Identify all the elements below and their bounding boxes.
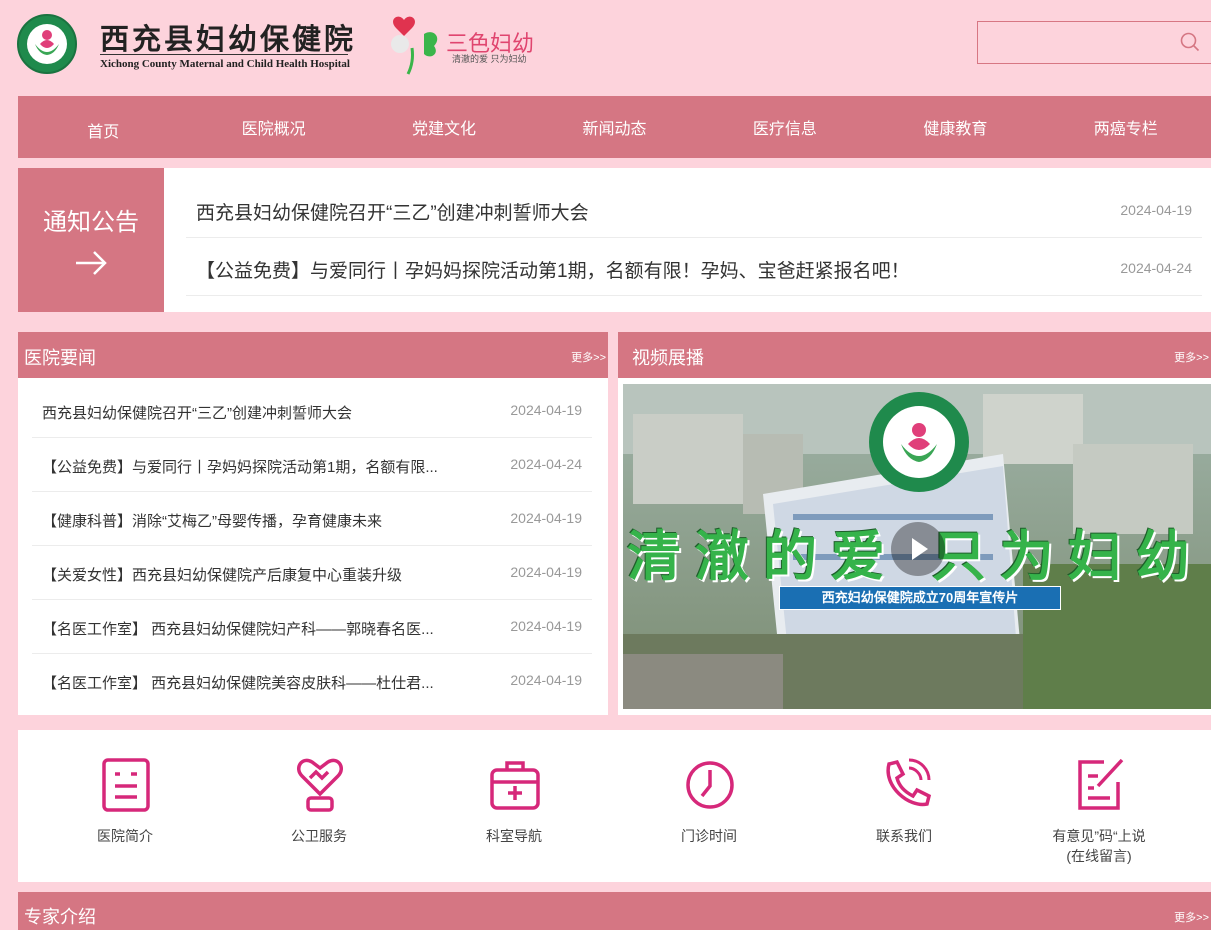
title-divider bbox=[100, 54, 348, 55]
quick-link-clinic-hours[interactable]: 门诊时间 bbox=[612, 730, 806, 882]
video-title: 视频展播 bbox=[632, 348, 704, 368]
quick-link-feedback[interactable]: 有意见”码“上说 (在线留言) bbox=[1002, 730, 1196, 882]
arrow-right-icon bbox=[76, 251, 107, 275]
header: 西充县妇幼保健院 Xichong County Maternal and Chi… bbox=[0, 0, 1211, 96]
notice-item-date: 2024-04-19 bbox=[1120, 202, 1192, 218]
news-item[interactable]: 【健康科普】消除“艾梅乙”母婴传播，孕育健康未来 2024-04-19 bbox=[32, 492, 592, 546]
quick-link-label: 科室导航 bbox=[486, 828, 542, 844]
notice-item-title: 【公益免费】与爱同行丨孕妈妈探院活动第1期，名额有限！孕妈、宝爸赶紧报名吧！ bbox=[196, 261, 910, 282]
news-header: 医院要闻 更多>> bbox=[18, 332, 608, 378]
play-button[interactable] bbox=[891, 522, 945, 576]
news-item-date: 2024-04-19 bbox=[510, 672, 582, 688]
document-icon bbox=[102, 758, 150, 812]
brand-slogan: 清澈的爱 只为妇幼 bbox=[452, 54, 527, 64]
news-item-date: 2024-04-19 bbox=[510, 564, 582, 580]
news-item[interactable]: 【公益免费】与爱同行丨孕妈妈探院活动第1期，名额有限... 2024-04-24 bbox=[32, 438, 592, 492]
clock-icon bbox=[686, 761, 734, 809]
video-banner: 西充妇幼保健院成立70周年宣传片 bbox=[779, 586, 1061, 610]
news-more-link[interactable]: 更多>> bbox=[571, 349, 606, 365]
phone-icon bbox=[886, 758, 931, 807]
video-player[interactable]: 清澈的爱 只为妇幼 西充妇幼保健院成立70周年宣传片 bbox=[623, 384, 1211, 709]
news-item-title: 【关爱女性】西充县妇幼保健院产后康复中心重装升级 bbox=[42, 567, 403, 584]
nav-item-medical-info[interactable]: 医疗信息 bbox=[700, 96, 870, 158]
quick-link-label: 有意见”码“上说 (在线留言) bbox=[1052, 828, 1146, 864]
news-title: 医院要闻 bbox=[24, 348, 96, 368]
notice-section: 通知公告 西充县妇幼保健院召开“三乙”创建冲刺誓师大会 2024-04-19 【… bbox=[18, 168, 1211, 312]
quick-link-departments[interactable]: 科室导航 bbox=[417, 730, 611, 882]
nav-item-party-culture[interactable]: 党建文化 bbox=[359, 96, 529, 158]
quick-link-contact[interactable]: 联系我们 bbox=[807, 730, 1001, 882]
quick-link-label: 医院简介 bbox=[97, 828, 153, 844]
news-item-title: 【公益免费】与爱同行丨孕妈妈探院活动第1期，名额有限... bbox=[42, 459, 438, 476]
notice-item-date: 2024-04-24 bbox=[1120, 260, 1192, 276]
notice-item[interactable]: 西充县妇幼保健院召开“三乙”创建冲刺誓师大会 2024-04-19 bbox=[186, 180, 1202, 238]
hospital-subtitle: Xichong County Maternal and Child Health… bbox=[100, 58, 350, 70]
medical-kit-icon bbox=[490, 761, 540, 810]
nav-item-health-education[interactable]: 健康教育 bbox=[870, 96, 1040, 158]
expert-title: 专家介绍 bbox=[24, 907, 96, 927]
heart-hand-icon bbox=[297, 758, 343, 812]
quick-link-public-health[interactable]: 公卫服务 bbox=[222, 730, 416, 882]
quick-links: 医院简介 公卫服务 科室导航 门诊时间 联系我们 有意见”码“上说 (在线留言) bbox=[18, 730, 1211, 882]
nav-item-home[interactable]: 首页 bbox=[18, 96, 188, 158]
notice-item[interactable]: 【公益免费】与爱同行丨孕妈妈探院活动第1期，名额有限！孕妈、宝爸赶紧报名吧！ 2… bbox=[186, 238, 1202, 296]
quick-link-label: 门诊时间 bbox=[681, 828, 737, 844]
video-header: 视频展播 更多>> bbox=[618, 332, 1211, 378]
news-item-title: 【名医工作室】 西充县妇幼保健院美容皮肤科——杜仕君... bbox=[42, 675, 434, 692]
news-item-date: 2024-04-19 bbox=[510, 510, 582, 526]
quick-link-label: 公卫服务 bbox=[291, 828, 347, 844]
nav-item-overview[interactable]: 医院概况 bbox=[188, 96, 358, 158]
video-more-link[interactable]: 更多>> bbox=[1174, 349, 1209, 365]
news-item[interactable]: 【名医工作室】 西充县妇幼保健院妇产科——郭晓春名医... 2024-04-19 bbox=[32, 600, 592, 654]
notice-tag-label: 通知公告 bbox=[43, 209, 139, 236]
logo-inner bbox=[27, 24, 67, 64]
edit-icon bbox=[1078, 758, 1124, 810]
news-item-date: 2024-04-24 bbox=[510, 456, 582, 472]
logo-heart-icon bbox=[35, 30, 59, 55]
hospital-logo[interactable] bbox=[17, 14, 77, 74]
expert-more-link[interactable]: 更多>> bbox=[1174, 909, 1209, 925]
nav-item-news[interactable]: 新闻动态 bbox=[529, 96, 699, 158]
search-input[interactable] bbox=[977, 21, 1211, 64]
news-item[interactable]: 【关爱女性】西充县妇幼保健院产后康复中心重装升级 2024-04-19 bbox=[32, 546, 592, 600]
news-item-date: 2024-04-19 bbox=[510, 618, 582, 634]
news-item[interactable]: 【名医工作室】 西充县妇幼保健院美容皮肤科——杜仕君... 2024-04-19 bbox=[32, 654, 592, 708]
search-icon[interactable] bbox=[1180, 32, 1200, 52]
play-icon bbox=[912, 538, 928, 560]
hospital-title: 西充县妇幼保健院 bbox=[100, 22, 357, 56]
notice-item-title: 西充县妇幼保健院召开“三乙”创建冲刺誓师大会 bbox=[196, 203, 589, 224]
video-panel: 清澈的爱 只为妇幼 西充妇幼保健院成立70周年宣传片 bbox=[618, 378, 1211, 715]
news-item[interactable]: 西充县妇幼保健院召开“三乙”创建冲刺誓师大会 2024-04-19 bbox=[32, 384, 592, 438]
main-nav: 首页 医院概况 党建文化 新闻动态 医疗信息 健康教育 两癌专栏 bbox=[18, 96, 1211, 158]
news-item-title: 西充县妇幼保健院召开“三乙”创建冲刺誓师大会 bbox=[42, 405, 352, 422]
quick-link-label: 联系我们 bbox=[876, 828, 932, 844]
news-list: 西充县妇幼保健院召开“三乙”创建冲刺誓师大会 2024-04-19 【公益免费】… bbox=[18, 378, 608, 715]
news-item-date: 2024-04-19 bbox=[510, 402, 582, 418]
news-item-title: 【名医工作室】 西充县妇幼保健院妇产科——郭晓春名医... bbox=[42, 621, 434, 638]
clover-logo-icon bbox=[391, 16, 438, 75]
nav-item-two-cancers[interactable]: 两癌专栏 bbox=[1041, 96, 1211, 158]
quick-link-introduction[interactable]: 医院简介 bbox=[28, 730, 222, 882]
notice-tag[interactable]: 通知公告 bbox=[18, 168, 164, 312]
news-item-title: 【健康科普】消除“艾梅乙”母婴传播，孕育健康未来 bbox=[42, 513, 382, 530]
expert-header: 专家介绍 更多>> bbox=[18, 892, 1211, 930]
